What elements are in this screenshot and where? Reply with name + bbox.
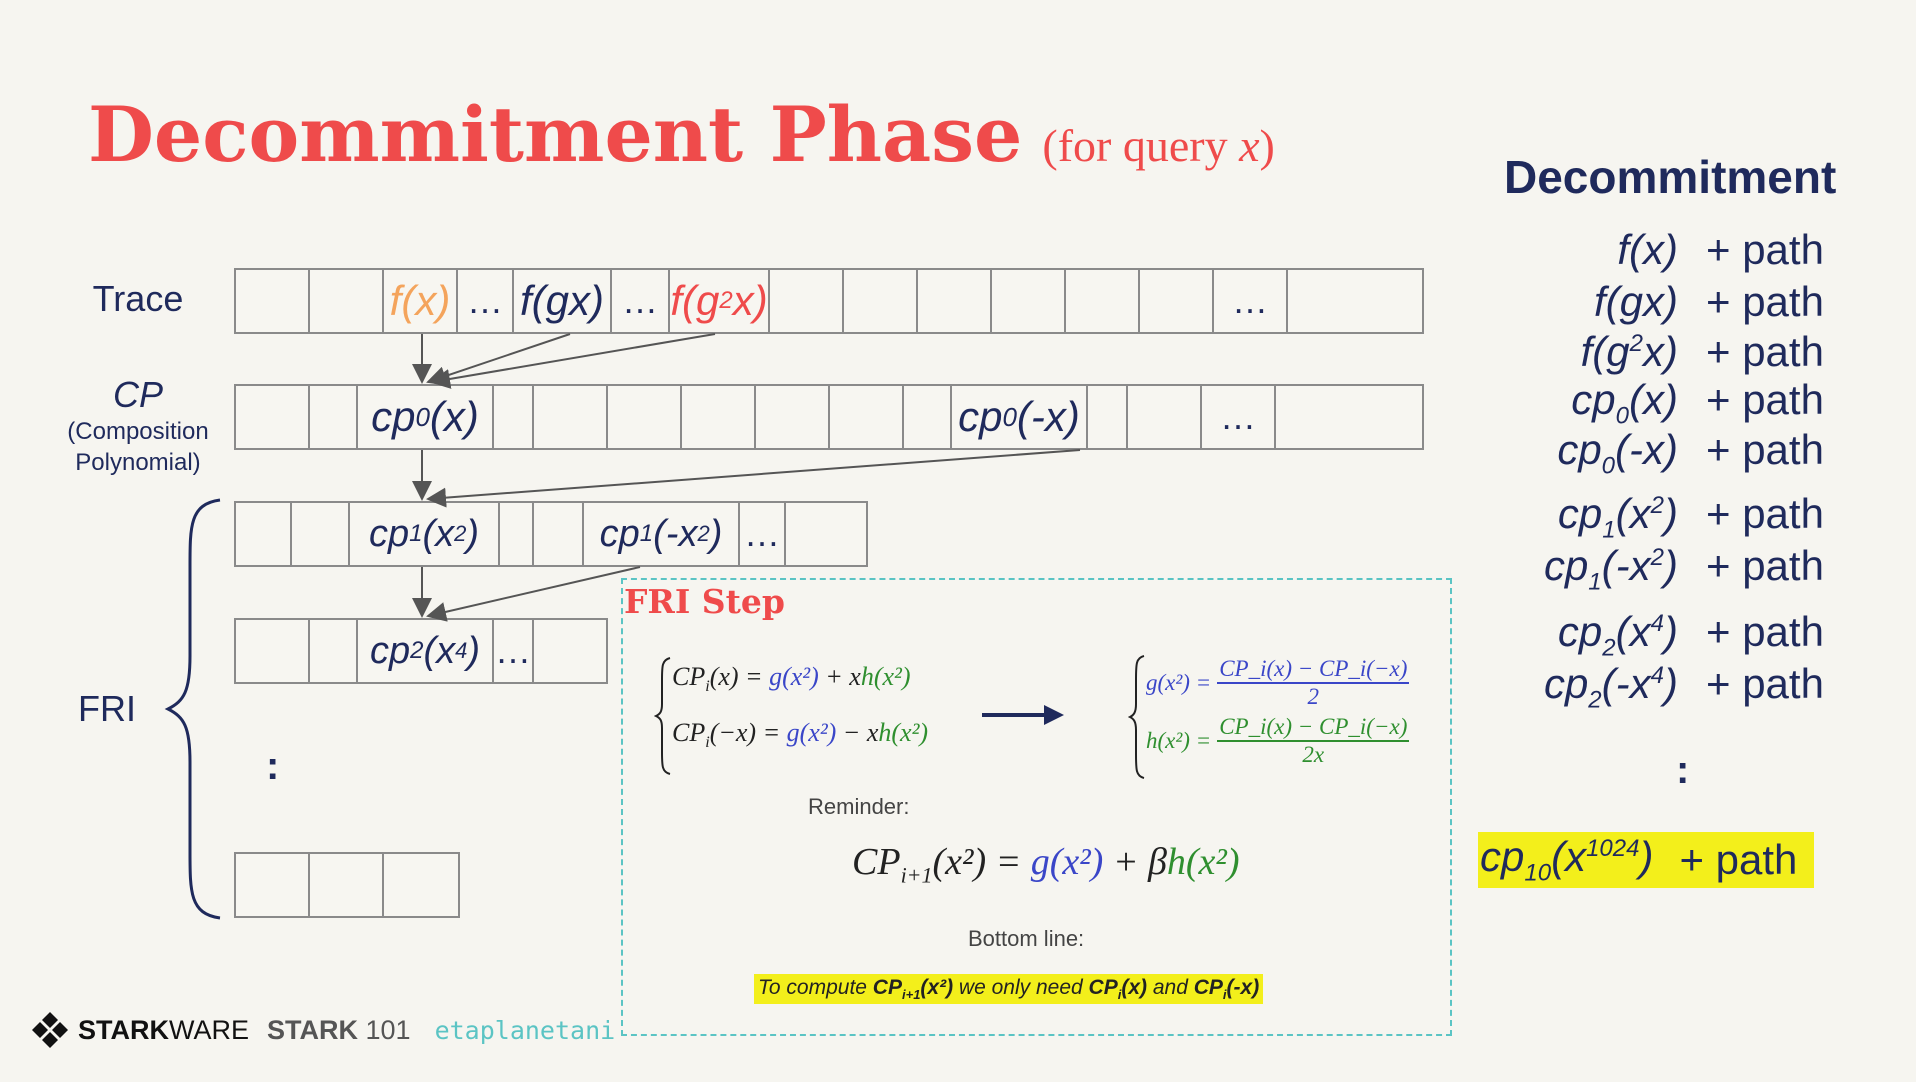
- decommitment-row: cp2(-x4) + path: [1500, 660, 1830, 713]
- fri-step-box: [621, 578, 1452, 1036]
- decommitment-row: cp2(x4) + path: [1500, 608, 1830, 661]
- implies-arrow: [982, 705, 1064, 725]
- right-system-brace: [1128, 655, 1145, 779]
- decommitment-expr: f(x): [1617, 226, 1678, 273]
- starkware-logo-icon: [32, 1012, 68, 1048]
- arrow: [426, 449, 1081, 508]
- arrow: [426, 333, 571, 386]
- decommitment-path: + path: [1706, 328, 1824, 375]
- watermark-handle: etaplanetani: [434, 1015, 616, 1045]
- decommitment-heading: Decommitment: [1504, 151, 1837, 203]
- left-system-brace: [654, 657, 671, 775]
- decommitment-row: f(g2x) + path: [1500, 328, 1830, 378]
- decommitment-final-row: cp10(x1024) + path: [1478, 832, 1814, 888]
- decommitment-expr: cp1(-x2): [1543, 542, 1678, 596]
- decommitment-path: + path: [1706, 542, 1824, 589]
- bottom-line-text: To compute CPi+1(x²) we only need CPi(x)…: [754, 974, 1264, 1005]
- decommitment-path: + path: [1706, 608, 1824, 655]
- bottom-line-label: Bottom line:: [968, 926, 1085, 951]
- decommitment-row: cp1(x2) + path: [1500, 490, 1830, 543]
- decommitment-vdots: :: [1676, 748, 1690, 792]
- h-formula: h(x²) = CP_i(x) − CP_i(−x) 2x: [1146, 714, 1410, 767]
- decommitment-expr: cp0(x): [1571, 376, 1678, 430]
- decommitment-expr: f(gx): [1594, 278, 1678, 325]
- decommitment-path: + path: [1706, 490, 1824, 537]
- decommitment-path: + path: [1706, 660, 1824, 707]
- fri-eq-1: CPi(x) = g(x²) + xh(x²): [672, 662, 911, 696]
- decommitment-path: + path: [1706, 226, 1824, 273]
- decommitment-path: + path: [1706, 376, 1824, 423]
- decommitment-row: f(x) + path: [1500, 226, 1830, 276]
- decommitment-expr: cp0(-x): [1557, 426, 1678, 480]
- decommitment-row: cp1(-x2) + path: [1500, 542, 1830, 595]
- fri-eq-2: CPi(−x) = g(x²) − xh(x²): [672, 718, 929, 752]
- arrow: [426, 566, 641, 622]
- decommitment-row: cp0(x) + path: [1500, 376, 1830, 429]
- brand-name: STARKWARE: [78, 1014, 249, 1045]
- arrow: [430, 333, 716, 389]
- g-formula: g(x²) = CP_i(x) − CP_i(−x) 2: [1146, 656, 1410, 709]
- decommitment-row: cp0(-x) + path: [1500, 426, 1830, 479]
- decommitment-expr: f(g2x): [1580, 328, 1678, 375]
- decommitment-path: + path: [1706, 426, 1824, 473]
- decommitment-expr: cp2(x4): [1557, 608, 1678, 662]
- decommitment-path: + path: [1706, 278, 1824, 325]
- decommitment-row: f(gx) + path: [1500, 278, 1830, 328]
- fri-step-title: FRI Step: [624, 582, 785, 621]
- reminder-formula: CPi+1(x²) = g(x²) + βh(x²): [852, 841, 1240, 888]
- decommitment-expr: cp1(x2): [1557, 490, 1678, 544]
- decommitment-expr: cp2(-x4): [1543, 660, 1678, 714]
- footer: STARKWARE STARK 101 etaplanetani: [30, 1010, 615, 1050]
- reminder-label: Reminder:: [808, 794, 910, 819]
- course-name: STARK 101: [267, 1014, 411, 1045]
